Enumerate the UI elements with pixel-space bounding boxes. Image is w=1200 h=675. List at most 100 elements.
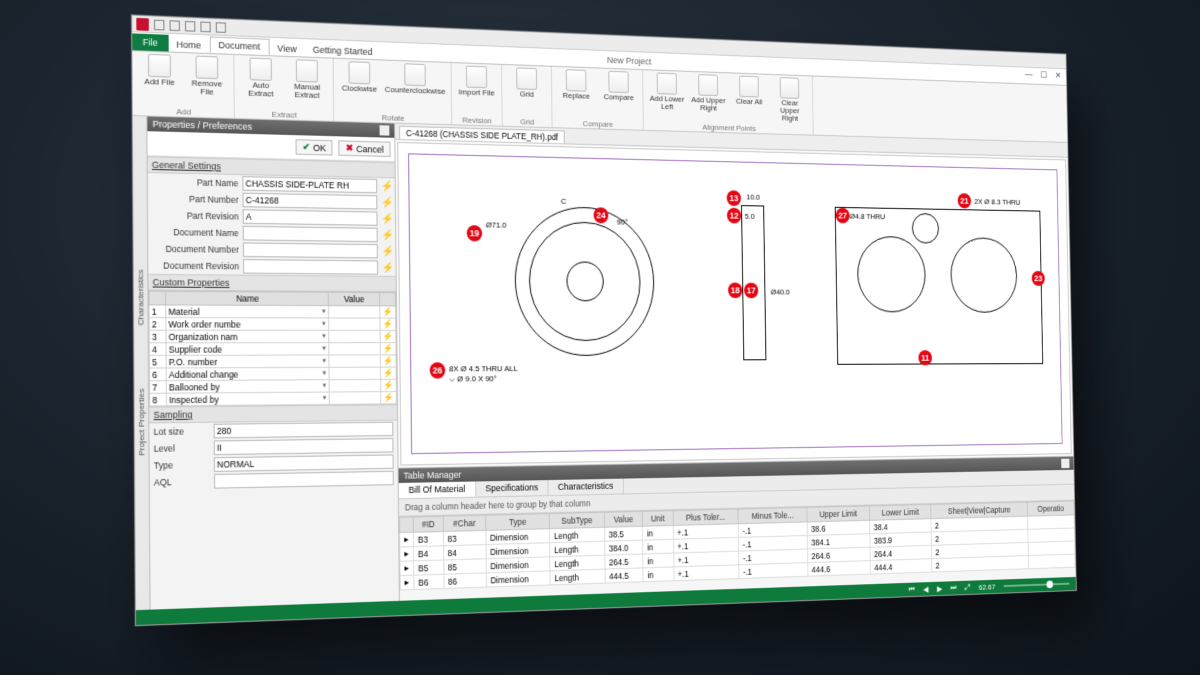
grid-button[interactable]: Grid bbox=[508, 67, 546, 99]
pin-icon[interactable] bbox=[1061, 459, 1069, 468]
clear-ur-icon bbox=[780, 77, 800, 99]
close-button[interactable]: ✕ bbox=[1055, 71, 1061, 81]
custom-prop-row[interactable]: 2Work order numbe▾⚡ bbox=[149, 317, 396, 330]
balloon-24[interactable]: 24 bbox=[593, 207, 608, 223]
rotate-cw-button[interactable]: Clockwise bbox=[340, 61, 380, 94]
balloon-13[interactable]: 13 bbox=[727, 190, 741, 206]
add-file-button[interactable]: Add File bbox=[139, 53, 181, 87]
rotate-cw-icon bbox=[348, 61, 370, 84]
tab-characteristics[interactable]: Characteristics bbox=[548, 479, 623, 496]
fit-icon[interactable]: ⤢ bbox=[965, 583, 971, 593]
qat-refresh-icon[interactable] bbox=[200, 21, 210, 32]
balloon-19[interactable]: 19 bbox=[467, 225, 482, 241]
doc-number-field[interactable] bbox=[243, 242, 378, 258]
part-number-label: Part Number bbox=[152, 193, 239, 205]
tab-specs[interactable]: Specifications bbox=[476, 480, 549, 497]
zoom-slider[interactable] bbox=[1004, 583, 1070, 587]
aql-field[interactable] bbox=[214, 471, 394, 489]
balloon-11[interactable]: 11 bbox=[918, 350, 932, 365]
import-icon bbox=[466, 66, 487, 89]
lot-size-field[interactable] bbox=[214, 422, 394, 439]
table-manager: Table Manager Bill Of Material Specifica… bbox=[399, 456, 1076, 601]
import-file-button[interactable]: Import File bbox=[457, 65, 495, 97]
nav-first-icon[interactable]: ⏮ bbox=[909, 585, 915, 595]
pin-icon[interactable] bbox=[380, 125, 390, 135]
dim-40: Ø40.0 bbox=[771, 288, 790, 297]
tab-view[interactable]: View bbox=[269, 41, 305, 57]
lot-size-label: Lot size bbox=[154, 426, 210, 437]
zoom-value: 62.67 bbox=[979, 582, 996, 591]
custom-props-header: Custom Properties bbox=[148, 274, 395, 292]
manual-extract-button[interactable]: Manual Extract bbox=[287, 59, 327, 100]
dim-83: 2X Ø 8.3 THRU bbox=[974, 197, 1020, 206]
custom-prop-row[interactable]: 3Organization nam▾⚡ bbox=[149, 330, 396, 343]
properties-panel: Properties / Preferences ✔OK ✖Cancel Gen… bbox=[147, 117, 400, 610]
side-tab-project-properties[interactable]: Project Properties bbox=[137, 388, 147, 455]
part-name-field[interactable] bbox=[242, 176, 377, 193]
type-label: Type bbox=[154, 459, 210, 470]
replace-button[interactable]: Replace bbox=[557, 69, 594, 101]
doc-name-field[interactable] bbox=[243, 226, 378, 242]
dim-71: Ø71.0 bbox=[486, 220, 507, 229]
auto-icon[interactable]: ⚡ bbox=[382, 262, 392, 273]
ok-button[interactable]: ✔OK bbox=[295, 139, 333, 155]
document-tab[interactable]: C-41268 (CHASSIS SIDE PLATE_RH).pdf bbox=[399, 126, 565, 144]
custom-prop-row[interactable]: 5P.O. number▾⚡ bbox=[149, 355, 396, 368]
replace-icon bbox=[566, 69, 587, 91]
rotate-ccw-button[interactable]: Counterclockwise bbox=[385, 63, 445, 96]
cancel-button[interactable]: ✖Cancel bbox=[339, 140, 391, 157]
custom-prop-row[interactable]: 1Material▾⚡ bbox=[149, 305, 395, 318]
tab-file[interactable]: File bbox=[132, 33, 168, 51]
doc-revision-field[interactable] bbox=[243, 259, 378, 275]
nav-next-icon[interactable]: ▶ bbox=[937, 584, 942, 593]
part-number-field[interactable] bbox=[243, 193, 378, 210]
qat-redo-icon[interactable] bbox=[185, 20, 195, 31]
auto-icon[interactable]: ⚡ bbox=[381, 213, 391, 224]
app-logo-icon bbox=[136, 17, 149, 30]
auto-icon[interactable]: ⚡ bbox=[382, 229, 392, 240]
app-window: New Project — ☐ ✕ File Home Document Vie… bbox=[131, 15, 1077, 627]
qat-save-icon[interactable] bbox=[154, 19, 164, 30]
minimize-button[interactable]: — bbox=[1025, 70, 1033, 80]
check-icon: ✔ bbox=[302, 141, 310, 152]
add-file-icon bbox=[148, 54, 171, 78]
maximize-button[interactable]: ☐ bbox=[1040, 70, 1047, 80]
add-upper-right-button[interactable]: Add Upper Right bbox=[690, 74, 726, 113]
balloon-18[interactable]: 18 bbox=[728, 283, 742, 299]
nav-last-icon[interactable]: ⏭ bbox=[951, 583, 957, 593]
balloon-23[interactable]: 23 bbox=[1032, 271, 1045, 286]
balloon-26[interactable]: 26 bbox=[430, 362, 446, 378]
tab-home[interactable]: Home bbox=[168, 37, 209, 53]
custom-prop-row[interactable]: 4Supplier code▾⚡ bbox=[149, 343, 396, 356]
balloon-21[interactable]: 21 bbox=[958, 193, 972, 208]
qat-help-icon[interactable] bbox=[216, 22, 226, 33]
auto-extract-button[interactable]: Auto Extract bbox=[240, 57, 281, 99]
tab-document[interactable]: Document bbox=[209, 36, 269, 55]
nav-prev-icon[interactable]: ◀ bbox=[923, 585, 928, 594]
compare-button[interactable]: Compare bbox=[600, 70, 637, 102]
balloon-17[interactable]: 17 bbox=[744, 283, 758, 299]
clear-all-button[interactable]: Clear All bbox=[731, 75, 767, 106]
tab-bom[interactable]: Bill Of Material bbox=[399, 481, 476, 498]
dim-90deg: 90° bbox=[617, 218, 628, 227]
drawing-canvas[interactable]: C Ø71.0 90° 8X Ø 4.5 THRU ALL ⌵ Ø 9.0 X … bbox=[397, 142, 1071, 466]
clear-upper-right-button[interactable]: Clear Upper Right bbox=[772, 77, 808, 123]
clear-icon bbox=[739, 76, 759, 98]
dim-10: 10.0 bbox=[746, 193, 760, 202]
remove-file-button[interactable]: Remove File bbox=[186, 55, 227, 97]
balloon-12[interactable]: 12 bbox=[727, 208, 741, 224]
x-icon: ✖ bbox=[346, 143, 354, 154]
side-tab-characteristics[interactable]: Characteristics bbox=[136, 269, 146, 325]
balloon-27[interactable]: 27 bbox=[836, 208, 850, 224]
level-field[interactable] bbox=[214, 438, 394, 455]
auto-icon[interactable]: ⚡ bbox=[381, 181, 391, 192]
part-name-label: Part Name bbox=[152, 176, 238, 188]
qat-undo-icon[interactable] bbox=[170, 20, 180, 31]
tab-getting-started[interactable]: Getting Started bbox=[305, 42, 381, 59]
part-revision-field[interactable] bbox=[243, 209, 378, 226]
auto-icon[interactable]: ⚡ bbox=[381, 197, 391, 208]
custom-props-table: NameValue 1Material▾⚡2Work order numbe▾⚡… bbox=[148, 291, 396, 407]
add-lower-left-button[interactable]: Add Lower Left bbox=[649, 72, 686, 111]
auto-icon[interactable]: ⚡ bbox=[382, 246, 392, 257]
dim-48: Ø4.8 THRU bbox=[849, 212, 885, 221]
